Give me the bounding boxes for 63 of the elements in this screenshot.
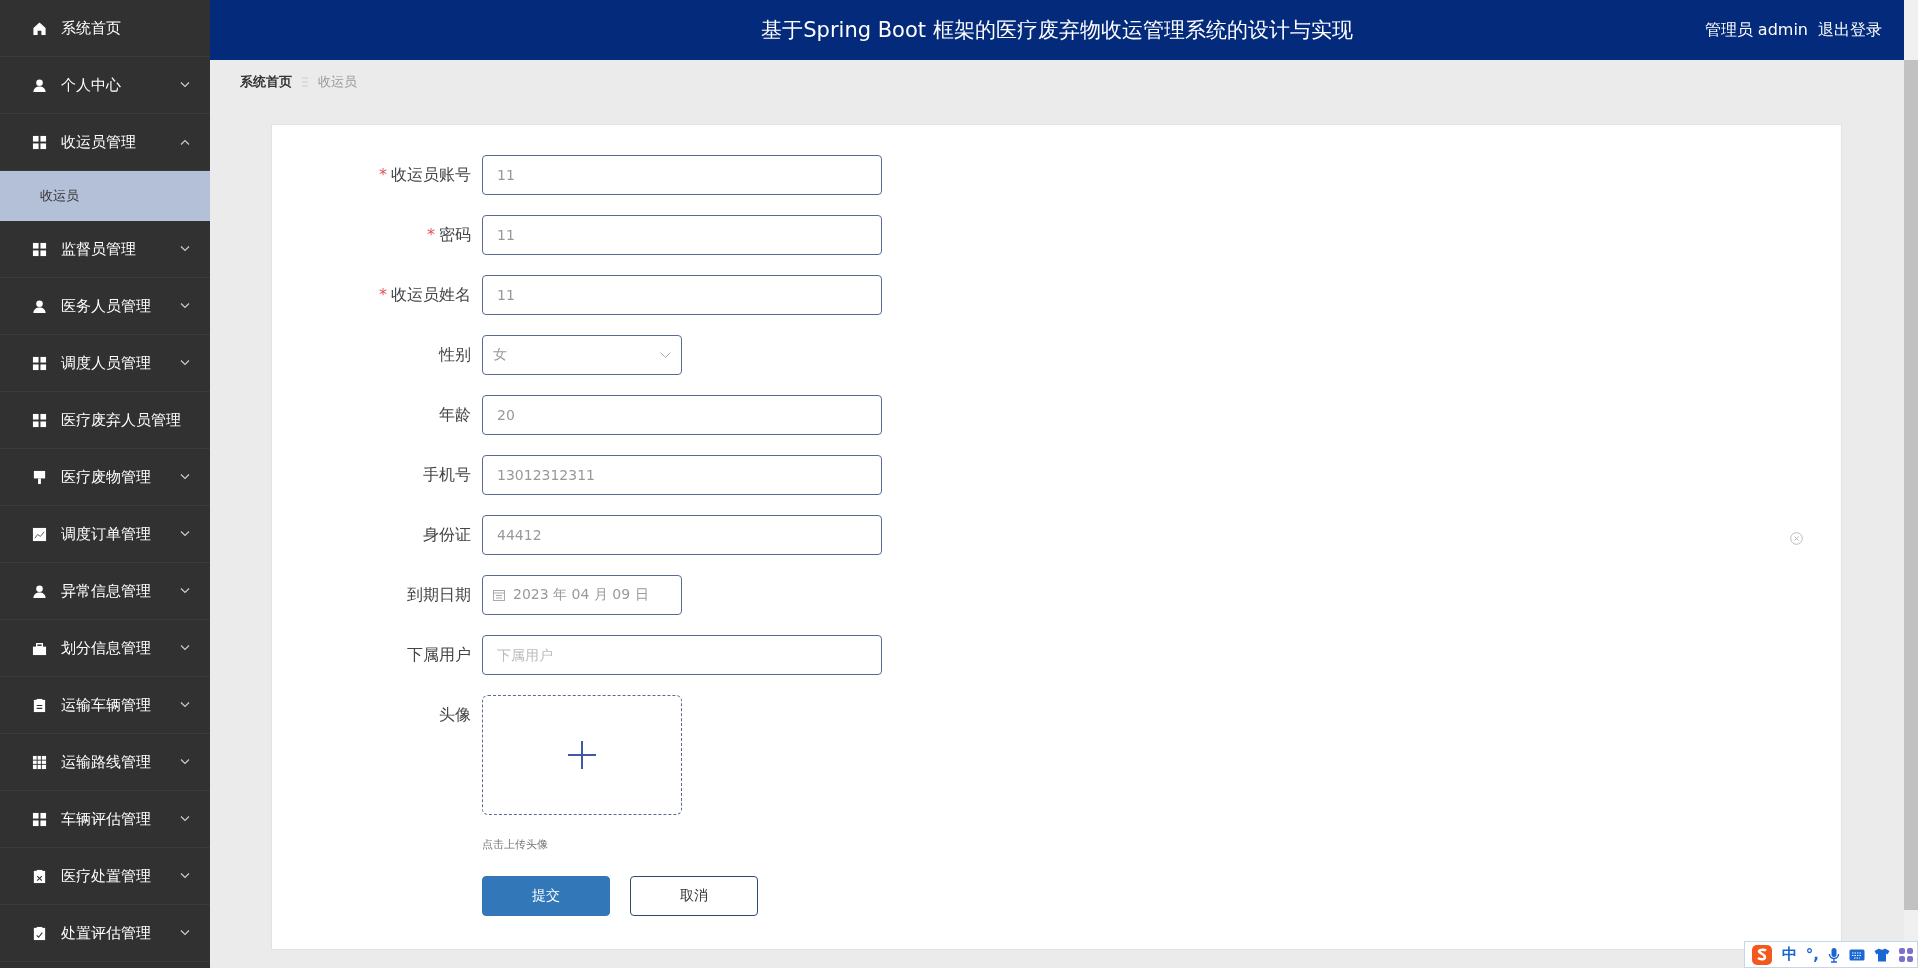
field-label: 年龄 (439, 405, 471, 424)
grid-icon (32, 811, 47, 827)
field-label: 身份证 (423, 525, 471, 544)
chevron-down-icon (180, 360, 190, 366)
microphone-icon[interactable] (1828, 946, 1840, 963)
scrollbar-thumb[interactable] (1904, 60, 1918, 910)
chevron-down-icon (180, 816, 190, 822)
required-mark: * (427, 225, 435, 244)
required-mark: * (379, 285, 387, 304)
cancel-button[interactable]: 取消 (630, 876, 758, 916)
clipboard-check-icon (32, 925, 47, 941)
clipboard-icon (32, 697, 47, 713)
keyboard-icon[interactable] (1849, 948, 1865, 961)
grid-icon (32, 355, 47, 371)
ime-mode-label[interactable]: 中 (1781, 945, 1797, 964)
chevron-down-icon (180, 531, 190, 537)
user-label: 管理员 admin (1704, 19, 1808, 41)
chevron-down-icon (180, 759, 190, 765)
chevron-down-icon (180, 246, 190, 252)
person-icon (32, 583, 47, 599)
chevron-down-icon (180, 303, 190, 309)
text-input[interactable]: 下属用户 (482, 635, 882, 675)
person-icon (32, 77, 47, 93)
chevron-down-icon (180, 645, 190, 651)
calendar-icon (493, 589, 505, 601)
table-icon (32, 754, 47, 770)
breadcrumb-link[interactable]: 系统首页 (240, 73, 292, 91)
field-label: 收运员姓名 (391, 285, 471, 304)
chevron-up-icon (180, 139, 190, 145)
pushpin-icon (32, 469, 47, 485)
person-icon (32, 298, 47, 314)
required-mark: * (379, 165, 387, 184)
ime-punctuation-label[interactable]: °, (1805, 945, 1819, 964)
line-chart-icon (32, 526, 47, 542)
field-label: 头像 (439, 705, 471, 724)
field-label: 下属用户 (407, 645, 471, 664)
page-title: 基于Spring Boot 框架的医疗废弃物收运管理系统的设计与实现 (761, 18, 1353, 42)
logout-link[interactable]: 退出登录 (1818, 19, 1882, 41)
field-label: 密码 (439, 225, 471, 244)
chevron-down-icon (180, 82, 190, 88)
field-label: 性别 (439, 345, 471, 364)
ime-logo-icon[interactable] (1750, 943, 1773, 966)
grid-icon (32, 241, 47, 257)
chevron-down-icon (180, 702, 190, 708)
grid-icon (32, 134, 47, 150)
upload-hint: 点击上传头像 (482, 837, 549, 852)
chevron-down-icon (660, 352, 671, 358)
briefcase-icon (32, 640, 47, 656)
chevron-down-icon (180, 474, 190, 480)
field-label: 到期日期 (407, 585, 471, 604)
chevron-down-icon (180, 873, 190, 879)
submit-button[interactable]: 提交 (482, 876, 610, 916)
field-label: 收运员账号 (391, 165, 471, 184)
chevron-down-icon (180, 930, 190, 936)
sidebar-subitem[interactable]: 收运员 (0, 171, 210, 221)
field-label: 手机号 (423, 465, 471, 484)
plus-icon (568, 741, 596, 769)
grid-icon (32, 412, 47, 428)
home-icon (32, 20, 47, 36)
clipboard-x-icon (32, 868, 47, 884)
apps-grid-icon[interactable] (1899, 947, 1913, 962)
chevron-down-icon (180, 588, 190, 594)
shirt-icon[interactable] (1874, 947, 1890, 962)
